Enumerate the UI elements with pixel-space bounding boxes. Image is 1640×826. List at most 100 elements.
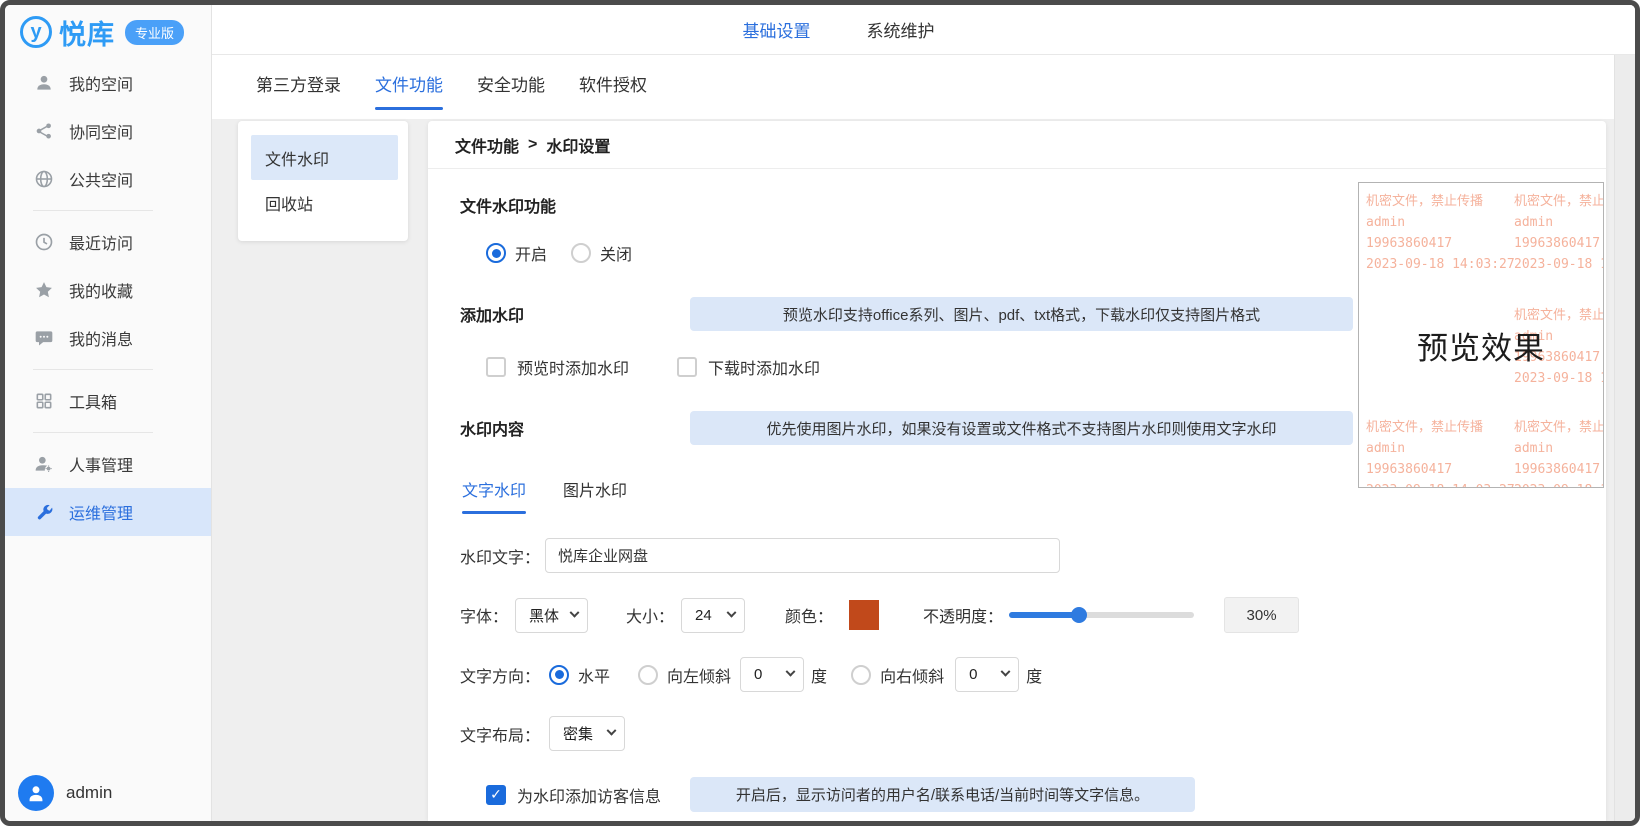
sidebar-item-messages[interactable]: 我的消息 [5,314,211,362]
watermark-text-input[interactable]: 悦库企业网盘 [545,538,1060,573]
visitor-info-box: 开启后，显示访问者的用户名/联系电话/当前时间等文字信息。 [690,777,1195,812]
message-icon [34,328,54,348]
avatar [18,775,54,811]
radio-enable[interactable]: 开启 [486,241,547,265]
checkbox-check-icon: ✓ [486,785,506,805]
checkbox-download-watermark[interactable]: 下载时添加水印 [677,355,820,379]
sidebar-item-label: 工具箱 [69,389,117,413]
brand-logo: y 悦库 专业版 [5,5,211,59]
main-area: 基础设置 系统维护 第三方登录 文件功能 安全功能 软件授权 文件水印 回收站 … [212,5,1635,821]
slider-thumb-handle[interactable] [1071,607,1087,623]
layout-select-value: 密集 [563,723,593,744]
layout-label: 文字布局： [460,722,540,746]
color-swatch[interactable] [849,600,879,630]
tilt-right-angle-select[interactable]: 0 [955,657,1019,692]
radio-enable-label: 开启 [515,241,547,265]
sidebar-item-favorites[interactable]: 我的收藏 [5,266,211,314]
tab-image-watermark[interactable]: 图片水印 [563,477,627,514]
topnav-system-maintenance[interactable]: 系统维护 [867,17,935,42]
font-style-row: 字体： 黑体 大小： 24 颜色： 不透明度： [460,597,1606,633]
sidebar-item-my-space[interactable]: 我的空间 [5,59,211,107]
history-icon [34,232,54,252]
checkbox-download-label: 下载时添加水印 [708,355,820,379]
size-select-value: 24 [695,607,712,624]
sidebar-item-public-space[interactable]: 公共空间 [5,155,211,203]
sidebar-item-ops-management[interactable]: 运维管理 [5,488,211,536]
sidebar-item-label: 最近访问 [69,230,133,254]
font-select-value: 黑体 [529,605,559,626]
slider-fill [1009,612,1079,618]
radio-tilt-left-label: 向左倾斜 [667,663,731,687]
tilt-right-angle-value: 0 [969,666,977,683]
degree-unit: 度 [811,663,827,687]
degree-unit: 度 [1026,663,1042,687]
star-icon [34,280,54,300]
watermark-sample: 机密文件，禁止传播 admin 19963860417 2023-09-18 1… [1514,191,1604,275]
sidebar-divider [33,369,153,370]
username: admin [66,783,112,803]
sidebar-item-collab-space[interactable]: 协同空间 [5,107,211,155]
font-select[interactable]: 黑体 [515,598,588,633]
visitor-info-row: ✓ 为水印添加访客信息 开启后，显示访问者的用户名/联系电话/当前时间等文字信息… [486,777,1606,812]
checkbox-icon [486,357,506,377]
tilt-left-angle-value: 0 [754,666,762,683]
chevron-down-icon [607,726,617,736]
sidebar-item-label: 协同空间 [69,119,133,143]
chevron-down-icon [570,607,580,617]
sidebar-item-toolbox[interactable]: 工具箱 [5,377,211,425]
size-select[interactable]: 24 [681,598,745,633]
brand-name: 悦库 [59,13,115,52]
watermark-content-info: 优先使用图片水印，如果没有设置或文件格式不支持图片水印则使用文字水印 [690,411,1353,445]
sidebar-item-label: 公共空间 [69,167,133,191]
checkbox-icon [677,357,697,377]
sub-sidebar: 文件水印 回收站 [238,121,408,241]
tab-text-watermark[interactable]: 文字水印 [462,477,526,514]
chevron-down-icon [1001,667,1011,677]
user-icon [34,73,54,93]
subsidebar-item-file-watermark[interactable]: 文件水印 [251,135,398,180]
breadcrumb-page: 水印设置 [546,133,610,157]
add-watermark-label: 添加水印 [460,302,524,326]
radio-disable[interactable]: 关闭 [571,241,632,265]
sidebar-item-recent[interactable]: 最近访问 [5,218,211,266]
watermark-text-row: 水印文字： 悦库企业网盘 [460,538,1606,573]
watermark-sample: 机密文件，禁止传播 admin 19963860417 2023-09-18 1… [1366,191,1516,275]
sidebar-item-label: 运维管理 [69,500,133,524]
color-label: 颜色： [785,603,833,627]
watermark-sample: 机密文件，禁止传播 admin 19963860417 2023-09-18 1… [1514,417,1604,488]
tab-software-license[interactable]: 软件授权 [579,65,647,110]
share-icon [34,121,54,141]
opacity-label: 不透明度： [923,603,1003,627]
sidebar: y 悦库 专业版 我的空间 协同空间 公共空间 [5,5,212,821]
tab-file-functions[interactable]: 文件功能 [375,65,443,110]
checkbox-preview-watermark[interactable]: 预览时添加水印 [486,355,629,379]
tab-security-functions[interactable]: 安全功能 [477,65,545,110]
user-account[interactable]: admin [5,769,211,817]
vertical-scrollbar[interactable] [1614,55,1635,821]
sidebar-item-label: 我的消息 [69,326,133,350]
breadcrumb-section: 文件功能 [455,133,519,157]
radio-dot-icon [549,665,569,685]
watermark-text-label: 水印文字： [460,544,540,568]
text-layout-row: 文字布局： 密集 [460,716,1606,751]
app-window: y 悦库 专业版 我的空间 协同空间 公共空间 [0,0,1640,826]
subsidebar-item-recycle-bin[interactable]: 回收站 [251,180,398,225]
globe-icon [34,169,54,189]
radio-tilt-left[interactable]: 向左倾斜 [638,663,731,687]
opacity-slider[interactable] [1009,607,1194,623]
radio-tilt-right[interactable]: 向右倾斜 [851,663,944,687]
layout-select[interactable]: 密集 [549,716,625,751]
logo-icon: y [20,16,52,48]
content-area: 文件水印 回收站 文件功能 > 水印设置 文件水印功能 开启 [212,119,1614,821]
checkbox-visitor-label: 为水印添加访客信息 [517,783,661,807]
checkbox-visitor-info[interactable]: ✓ 为水印添加访客信息 [486,783,661,807]
radio-horizontal[interactable]: 水平 [549,663,610,687]
chevron-down-icon [786,667,796,677]
checkbox-preview-label: 预览时添加水印 [517,355,629,379]
settings-panel: 文件功能 > 水印设置 文件水印功能 开启 关闭 [428,121,1606,821]
topnav-basic-settings[interactable]: 基础设置 [743,17,811,42]
tab-third-party-login[interactable]: 第三方登录 [256,65,341,110]
opacity-value: 30% [1224,597,1299,633]
tilt-left-angle-select[interactable]: 0 [740,657,804,692]
sidebar-item-hr-management[interactable]: 人事管理 [5,440,211,488]
